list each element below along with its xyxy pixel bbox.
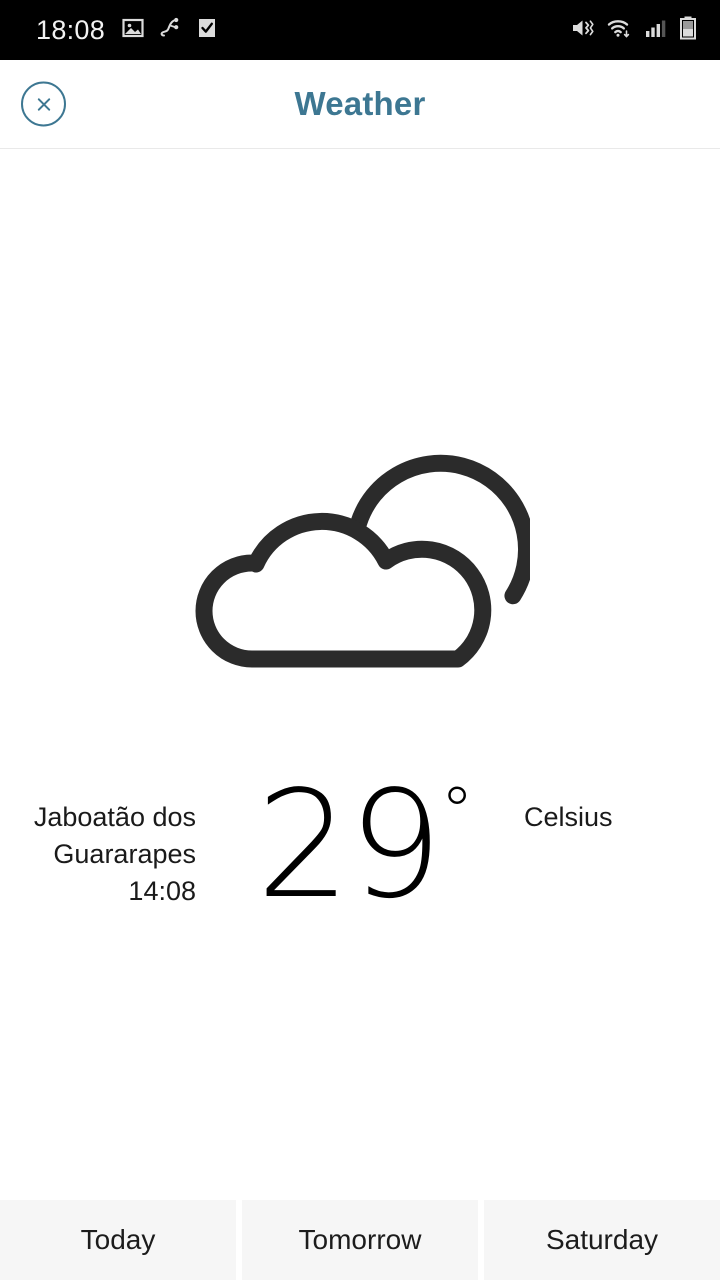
tab-today[interactable]: Today xyxy=(0,1200,236,1280)
checkbox-checked-icon xyxy=(195,16,219,45)
location-name-line2: Guararapes xyxy=(53,839,196,869)
wifi-icon xyxy=(606,15,634,46)
temperature-value: 29 xyxy=(256,759,442,931)
observation-time: 14:08 xyxy=(128,876,196,906)
weather-main-panel: Jaboatão dos Guararapes 14:08 29° Celsiu… xyxy=(0,149,720,1200)
close-button[interactable] xyxy=(21,81,66,127)
status-bar-system-icons xyxy=(570,15,698,46)
status-bar-clock: 18:08 xyxy=(36,14,106,45)
music-note-icon xyxy=(158,16,182,45)
close-icon xyxy=(33,93,55,115)
status-bar: 18:08 xyxy=(0,0,720,60)
weather-icon-container xyxy=(0,449,720,704)
cellular-signal-icon xyxy=(644,16,668,45)
partly-cloudy-icon xyxy=(190,449,535,704)
tab-tomorrow[interactable]: Tomorrow xyxy=(242,1200,478,1280)
status-bar-notification-icons xyxy=(121,16,219,45)
battery-icon xyxy=(678,15,698,46)
temperature-block: 29° xyxy=(250,771,480,919)
degree-symbol: ° xyxy=(440,773,474,850)
volume-mute-vibrate-icon xyxy=(570,15,596,46)
location-name-line1: Jaboatão dos xyxy=(33,802,196,832)
current-conditions: Jaboatão dos Guararapes 14:08 29° Celsiu… xyxy=(0,771,720,959)
page-title: Weather xyxy=(294,85,426,122)
app-header: Weather xyxy=(0,60,720,149)
weather-app-screen: 18:08 Weather Jaboatão dos Guararapes 14… xyxy=(0,0,720,1280)
day-tab-bar: Today Tomorrow Saturday xyxy=(0,1200,720,1280)
location-block: Jaboatão dos Guararapes 14:08 xyxy=(0,799,196,910)
temperature-unit-label: Celsius xyxy=(524,802,613,832)
image-icon xyxy=(121,16,145,45)
tab-saturday[interactable]: Saturday xyxy=(484,1200,720,1280)
